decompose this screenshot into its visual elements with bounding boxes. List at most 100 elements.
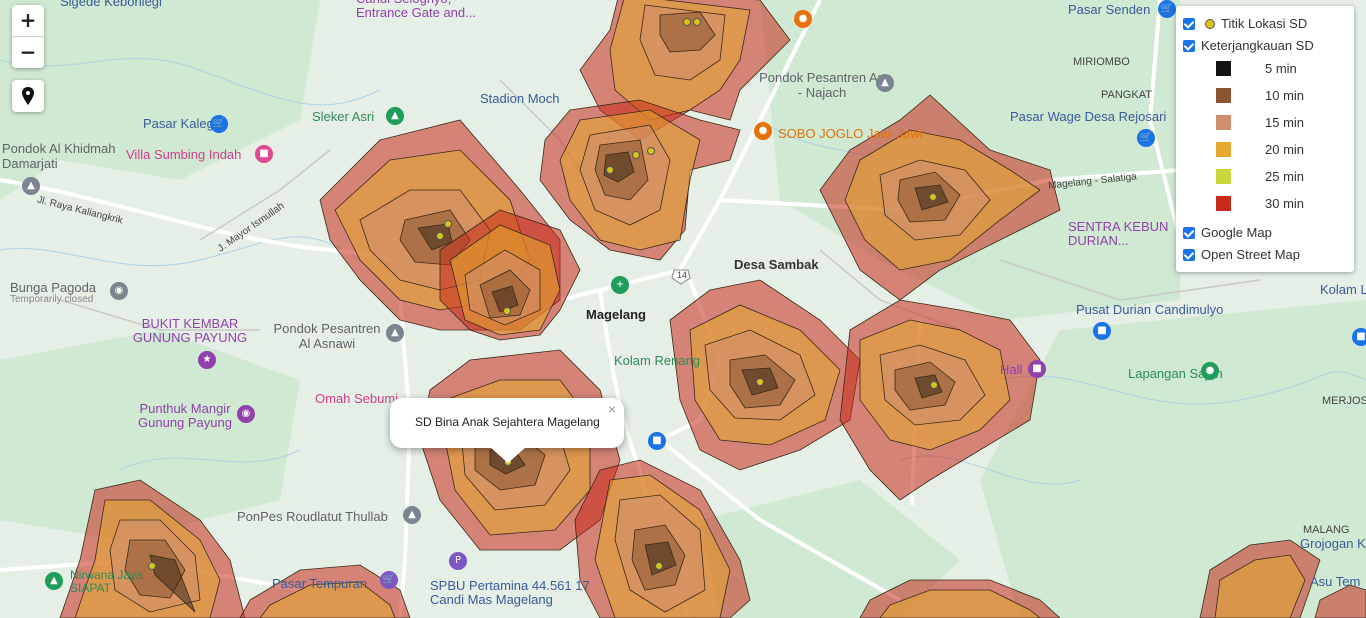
school-point bbox=[444, 220, 452, 228]
layer-label: Google Map bbox=[1201, 225, 1272, 240]
map-label: Asu Tem bbox=[1310, 574, 1361, 589]
zoom-in-button[interactable]: + bbox=[12, 5, 44, 36]
legend-label: 25 min bbox=[1265, 169, 1305, 184]
map-label: Grojogan K bbox=[1300, 536, 1366, 551]
map-label: MERJOS bbox=[1322, 395, 1366, 407]
locate-button[interactable] bbox=[12, 80, 44, 112]
school-icon[interactable]: ▲ bbox=[876, 74, 894, 92]
map-label: Omah Sebumi bbox=[315, 391, 399, 406]
shopping-icon[interactable]: ■ bbox=[648, 432, 666, 450]
layer-label: Keterjangkauan SD bbox=[1201, 38, 1314, 53]
legend-item: 15 min bbox=[1216, 115, 1304, 130]
hospital-icon[interactable]: + bbox=[611, 276, 629, 294]
map-label: 14 bbox=[677, 270, 688, 280]
hall-icon[interactable]: ■ bbox=[1028, 360, 1046, 378]
restaurant-icon[interactable]: ● bbox=[794, 10, 812, 28]
shopping-icon[interactable]: 🛒 bbox=[1137, 129, 1155, 147]
map-pin-icon bbox=[22, 87, 34, 105]
map-label: Kolam Renang bbox=[614, 353, 700, 368]
shopping-icon[interactable]: ■ bbox=[1093, 322, 1111, 340]
tree-icon[interactable]: ▲ bbox=[386, 107, 404, 125]
map-label: Stadion Moch bbox=[480, 91, 560, 106]
school-point bbox=[683, 18, 691, 26]
legend-swatch bbox=[1216, 142, 1231, 157]
legend-item: 25 min bbox=[1216, 169, 1304, 184]
legend-swatch bbox=[1216, 61, 1231, 76]
school-point bbox=[756, 378, 764, 386]
tourism-icon[interactable]: ★ bbox=[198, 351, 216, 369]
legend-item: 30 min bbox=[1216, 196, 1304, 211]
legend-swatch bbox=[1216, 88, 1231, 103]
checkbox-checked[interactable] bbox=[1183, 17, 1195, 30]
map-label: Hall bbox=[1000, 362, 1023, 377]
popup-text: SD Bina Anak Sejahtera Magelang bbox=[415, 415, 600, 429]
map-label: Punthuk Mangir Gunung Payung bbox=[138, 401, 232, 430]
camera-icon[interactable]: ◉ bbox=[237, 405, 255, 423]
layer-toggle-google[interactable]: Google Map bbox=[1183, 225, 1272, 240]
shopping-icon[interactable]: 🛒 bbox=[210, 115, 228, 133]
layer-toggle-osm[interactable]: Open Street Map bbox=[1183, 247, 1300, 262]
hotel-icon[interactable]: ■ bbox=[255, 145, 273, 163]
checkbox-checked[interactable] bbox=[1183, 248, 1195, 261]
park-icon[interactable]: ▲ bbox=[45, 572, 63, 590]
shopping-icon[interactable]: 🛒 bbox=[1158, 0, 1176, 18]
restaurant-icon[interactable]: ● bbox=[754, 122, 772, 140]
popup-tip bbox=[490, 447, 526, 463]
map-label: Desa Sambak bbox=[734, 257, 819, 272]
zoom-control: + − bbox=[12, 5, 44, 68]
map-label: BUKIT KEMBAR GUNUNG PAYUNG bbox=[132, 316, 248, 345]
school-point bbox=[436, 232, 444, 240]
legend-item: 20 min bbox=[1216, 142, 1304, 157]
map-label: SPBU Pertamina 44.561 17 Candi Mas Magel… bbox=[430, 578, 590, 607]
map-label: Kolam Lo bbox=[1320, 282, 1366, 297]
school-point-symbol bbox=[1205, 18, 1215, 29]
map-label: Pondok Al Khidmah Damarjati bbox=[2, 141, 116, 171]
gas-station-icon[interactable]: P bbox=[449, 552, 467, 570]
map-label: SOBO JOGLO Jawi Jawi bbox=[778, 126, 923, 141]
map-label: Pondok Pesantren An - Najach bbox=[759, 70, 885, 100]
mosque-icon[interactable]: ▲ bbox=[386, 324, 404, 342]
layer-toggle-points[interactable]: Titik Lokasi SD bbox=[1183, 16, 1307, 31]
park-icon[interactable]: ● bbox=[1201, 362, 1219, 380]
shopping-icon[interactable]: 🛒 bbox=[380, 571, 398, 589]
school-icon[interactable]: ▲ bbox=[403, 506, 421, 524]
map-label: Pasar Senden bbox=[1068, 2, 1151, 17]
legend-swatch bbox=[1216, 169, 1231, 184]
map-label: Pusat Durian Candimulyo bbox=[1076, 302, 1224, 317]
school-point bbox=[647, 147, 655, 155]
layer-toggle-coverage[interactable]: Keterjangkauan SD bbox=[1183, 38, 1314, 53]
map-label: SENTRA KEBUN DURIAN... bbox=[1068, 219, 1169, 248]
map-label: MIRIOMBO bbox=[1073, 56, 1130, 68]
shopping-icon[interactable]: ■ bbox=[1352, 328, 1366, 346]
map-label: Sleker Asri bbox=[312, 109, 375, 124]
layer-label: Titik Lokasi SD bbox=[1221, 16, 1308, 31]
map-label: Villa Sumbing Indah bbox=[126, 147, 242, 162]
layer-control: Titik Lokasi SD Keterjangkauan SD 5 min … bbox=[1176, 6, 1354, 272]
checkbox-checked[interactable] bbox=[1183, 226, 1195, 239]
map-label: Magelang bbox=[586, 307, 646, 322]
school-point bbox=[693, 18, 701, 26]
legend-label: 15 min bbox=[1265, 115, 1305, 130]
camera-icon[interactable]: ◉ bbox=[110, 282, 128, 300]
school-icon[interactable]: ▲ bbox=[22, 177, 40, 195]
layer-label: Open Street Map bbox=[1201, 247, 1300, 262]
zoom-out-button[interactable]: − bbox=[12, 36, 44, 68]
school-point bbox=[503, 307, 511, 315]
popup-close-button[interactable]: × bbox=[608, 401, 616, 417]
school-point bbox=[655, 562, 663, 570]
school-point bbox=[930, 381, 938, 389]
map-label: PANGKAT bbox=[1101, 89, 1152, 101]
map-label: MALANG bbox=[1303, 524, 1350, 536]
map-label: Pondok Pesantren Al Asnawi bbox=[273, 321, 381, 351]
school-point bbox=[632, 151, 640, 159]
map-label: Sigede Kebonlegi bbox=[60, 0, 162, 9]
legend-item: 5 min bbox=[1216, 61, 1297, 76]
map-label: Nirwana Jaya SIAPAT bbox=[70, 568, 143, 595]
legend-swatch bbox=[1216, 196, 1231, 211]
legend-label: 30 min bbox=[1265, 196, 1305, 211]
school-popup: × SD Bina Anak Sejahtera Magelang bbox=[390, 398, 624, 463]
legend-label: 10 min bbox=[1265, 88, 1305, 103]
legend-item: 10 min bbox=[1216, 88, 1304, 103]
map-label: Pasar Tempuran bbox=[272, 576, 368, 591]
checkbox-checked[interactable] bbox=[1183, 39, 1195, 52]
